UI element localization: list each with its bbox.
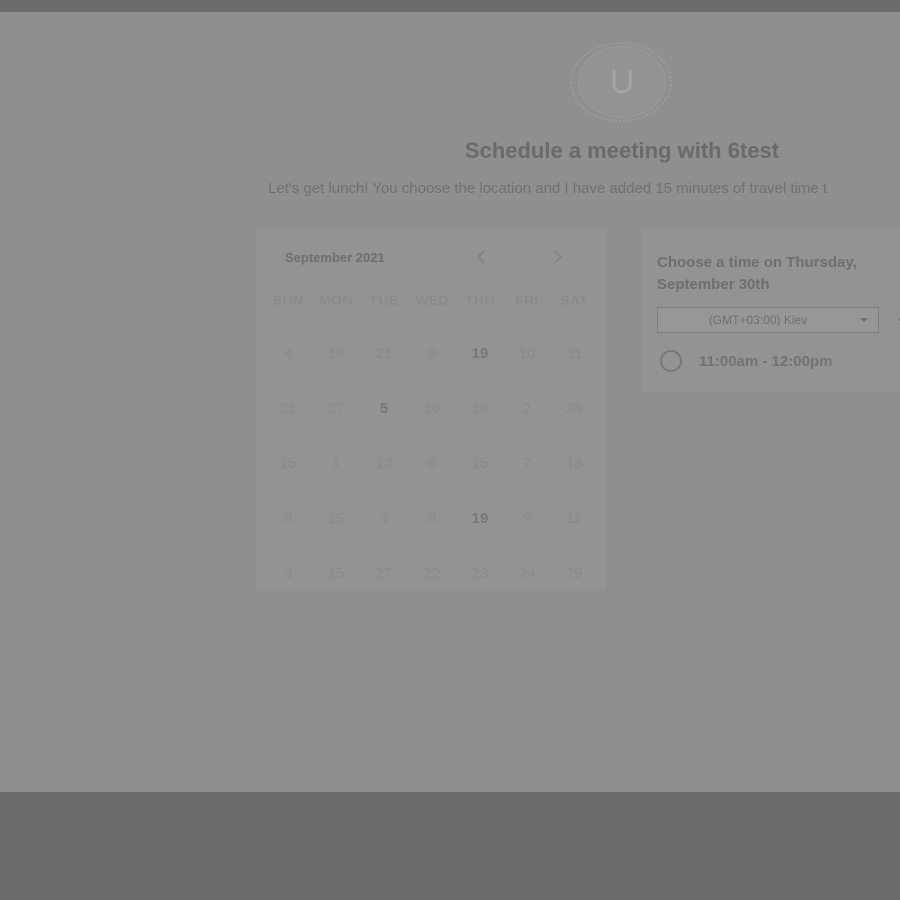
calendar-day[interactable]: 12 bbox=[360, 436, 408, 491]
calendar-day[interactable]: 15 bbox=[312, 491, 360, 546]
weekday-label: SAT bbox=[560, 292, 588, 308]
chevron-right-icon bbox=[554, 250, 562, 264]
caret-down-icon bbox=[860, 318, 868, 322]
calendar-day[interactable]: 15 bbox=[312, 546, 360, 601]
calendar-day[interactable]: 16 bbox=[408, 381, 456, 436]
calendar-days-grid: 4 14 21 9 19 10 31 21 27 5 16 14 2 28 15… bbox=[264, 326, 604, 601]
chevron-left-icon bbox=[477, 250, 485, 264]
calendar-day[interactable]: 8 bbox=[408, 491, 456, 546]
calendar-day[interactable]: 22 bbox=[408, 546, 456, 601]
calendar-day[interactable]: 8 bbox=[264, 491, 312, 546]
calendar-day[interactable]: 5 bbox=[360, 381, 408, 436]
calendar-day[interactable]: 2 bbox=[504, 381, 550, 436]
weekday-label: MON bbox=[319, 292, 353, 308]
calendar-month-label: September 2021 bbox=[285, 250, 385, 265]
calendar-day[interactable]: 14 bbox=[456, 381, 504, 436]
calendar-day[interactable]: 14 bbox=[312, 326, 360, 381]
weekday-label: TUE bbox=[369, 292, 399, 308]
host-avatar: U bbox=[568, 40, 676, 128]
radio-button[interactable] bbox=[660, 350, 682, 372]
calendar-day[interactable]: 19 bbox=[456, 491, 504, 546]
page-title: Schedule a meeting with 6test bbox=[464, 138, 780, 163]
prev-month-button[interactable] bbox=[466, 244, 496, 270]
date-picker-calendar: September 2021 SUN MON TUE WED THU FRI S… bbox=[256, 230, 606, 590]
calendar-day[interactable]: 19 bbox=[456, 326, 504, 381]
meeting-description: Let's get lunch! You choose the location… bbox=[268, 180, 828, 197]
calendar-day[interactable]: 9 bbox=[408, 326, 456, 381]
calendar-day[interactable]: 4 bbox=[264, 326, 312, 381]
calendar-day[interactable]: 6 bbox=[408, 436, 456, 491]
bottom-overlay bbox=[0, 792, 900, 900]
weekday-label: THU bbox=[465, 292, 495, 308]
calendar-day[interactable]: 28 bbox=[550, 381, 598, 436]
weekday-header: SUN MON TUE WED THU FRI SAT bbox=[264, 292, 604, 308]
calendar-day[interactable]: 24 bbox=[504, 546, 550, 601]
calendar-day[interactable]: 3 bbox=[360, 491, 408, 546]
time-slot-option[interactable]: 11:00am - 12:00pm bbox=[660, 348, 890, 374]
calendar-day[interactable]: 21 bbox=[264, 381, 312, 436]
calendar-day[interactable]: 23 bbox=[456, 546, 504, 601]
avatar-initial: U bbox=[578, 46, 666, 118]
calendar-day[interactable]: 3 bbox=[264, 546, 312, 601]
calendar-day[interactable]: 15 bbox=[456, 436, 504, 491]
time-panel-heading: Choose a time on Thursday, September 30t… bbox=[657, 254, 857, 293]
calendar-day[interactable]: 27 bbox=[360, 546, 408, 601]
weekday-label: FRI bbox=[515, 292, 539, 308]
weekday-label: WED bbox=[415, 292, 449, 308]
timezone-value: (GMT+03:00) Kiev bbox=[708, 313, 808, 327]
calendar-day[interactable]: 7 bbox=[504, 436, 550, 491]
calendar-day[interactable]: 15 bbox=[264, 436, 312, 491]
time-slot-panel: Choose a time on Thursday, September 30t… bbox=[642, 230, 900, 392]
timezone-select[interactable]: (GMT+03:00) Kiev bbox=[657, 307, 879, 333]
calendar-day[interactable]: 21 bbox=[360, 326, 408, 381]
time-slot-label: 11:00am - 12:00pm bbox=[699, 352, 833, 370]
calendar-day[interactable]: 9 bbox=[504, 491, 550, 546]
weekday-label: SUN bbox=[272, 292, 304, 308]
calendar-day[interactable]: 10 bbox=[504, 326, 550, 381]
calendar-day[interactable]: 11 bbox=[550, 491, 598, 546]
calendar-day[interactable]: 18 bbox=[550, 436, 598, 491]
scheduling-page: U Schedule a meeting with 6test Let's ge… bbox=[0, 12, 900, 792]
calendar-day[interactable]: 1 bbox=[312, 436, 360, 491]
next-month-button[interactable] bbox=[543, 244, 573, 270]
calendar-day[interactable]: 29 bbox=[550, 546, 598, 601]
calendar-day[interactable]: 31 bbox=[550, 326, 598, 381]
top-bar bbox=[0, 0, 900, 12]
calendar-day[interactable]: 27 bbox=[312, 381, 360, 436]
